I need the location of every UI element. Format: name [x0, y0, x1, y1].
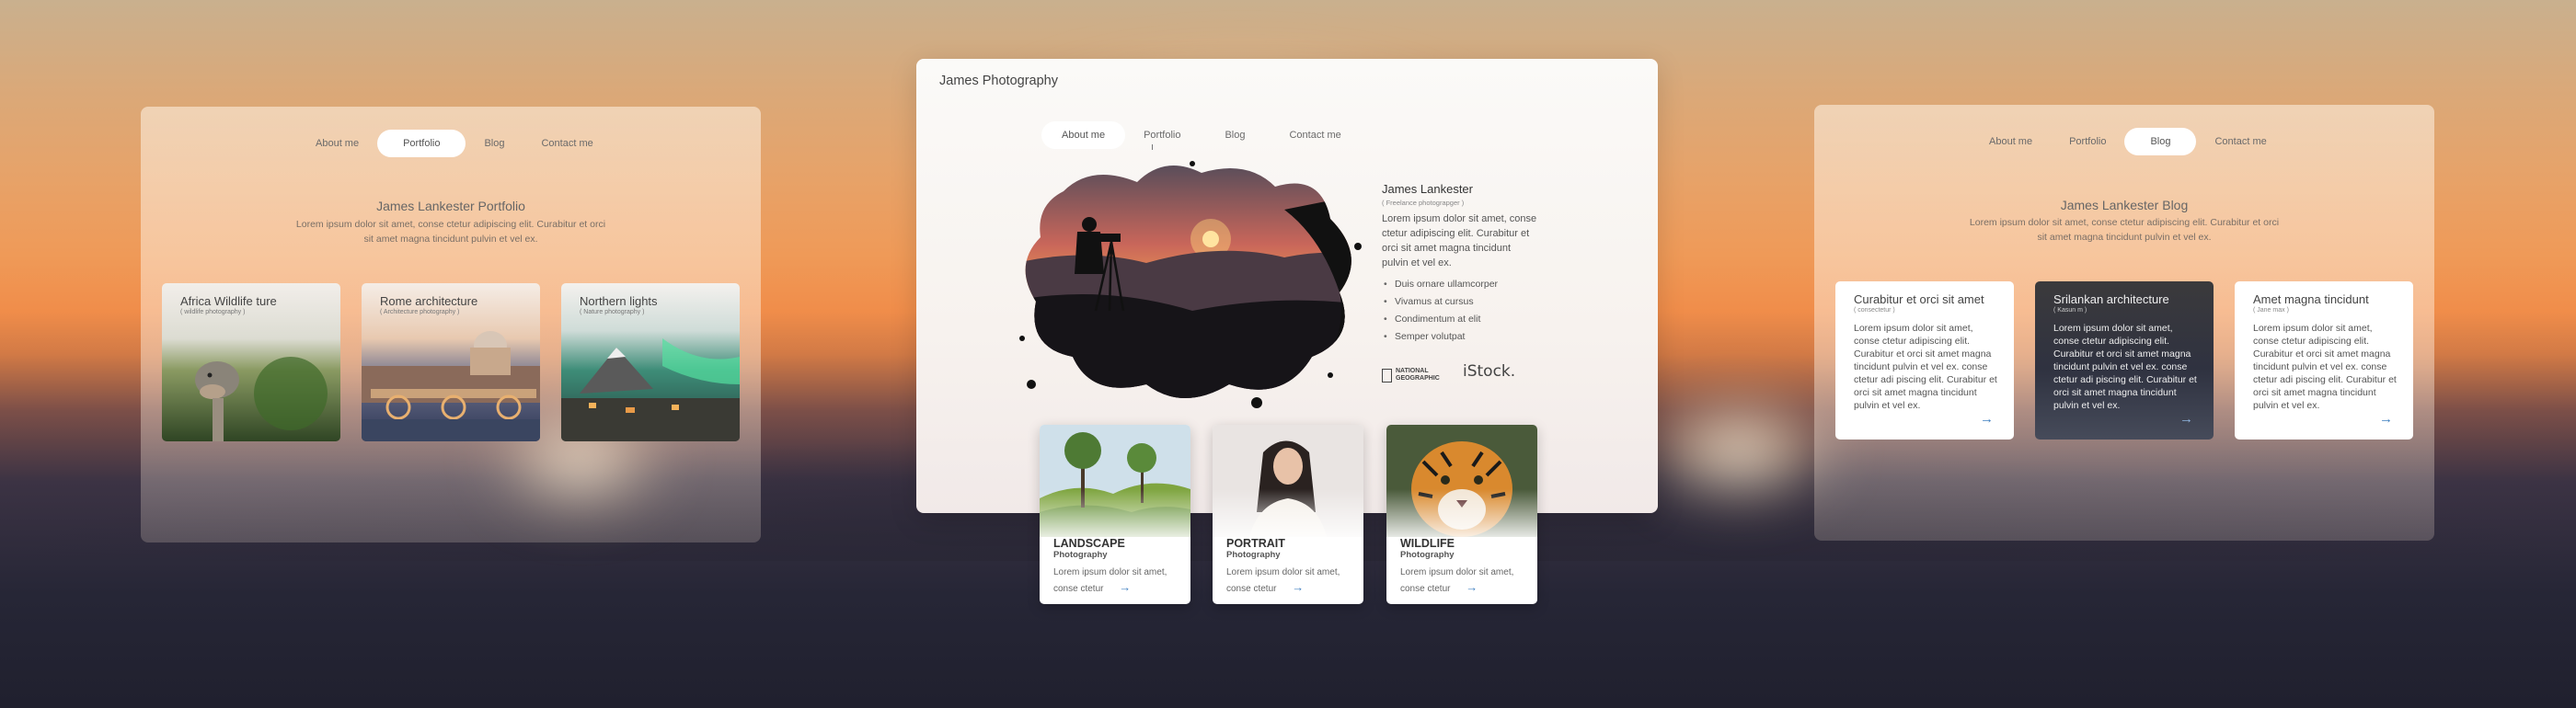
portfolio-card-northern-lights[interactable]: Northern lights ( Nature photography ): [561, 283, 740, 441]
image-fade: [1386, 489, 1537, 544]
natgeo-frame-icon: [1382, 368, 1392, 383]
portfolio-nav: About me Portfolio Blog Contact me: [297, 130, 612, 157]
image-fade: [1213, 489, 1363, 544]
card-text: Lorem ipsum dolor sit amet, conse ctetur…: [1053, 565, 1182, 597]
card-wildlife[interactable]: WILDLIFE Photography Lorem ipsum dolor s…: [1386, 425, 1537, 604]
post-author: ( Kasun m ): [2053, 307, 2087, 314]
page-description: Lorem ipsum dolor sit amet, conse ctetur…: [1940, 215, 2308, 245]
arrow-right-icon[interactable]: →: [2179, 411, 2193, 427]
nav-blog[interactable]: Blog: [466, 130, 523, 157]
blog-nav: About me Portfolio Blog Contact me: [1971, 128, 2285, 155]
nav-cursor-mark: [1152, 144, 1153, 150]
card-subtitle: Photography: [1226, 550, 1281, 560]
card-subtitle: ( Architecture photography ): [380, 309, 460, 315]
blog-post-card[interactable]: Curabitur et orci sit amet ( consectetur…: [1835, 281, 2014, 440]
post-title: Amet magna tincidunt: [2253, 292, 2369, 306]
nav-contact-me[interactable]: Contact me: [523, 130, 611, 157]
card-text: Lorem ipsum dolor sit amet, conse ctetur…: [1226, 565, 1355, 597]
image-fade: [1040, 489, 1190, 544]
page-title: James Lankester Portfolio: [376, 199, 525, 213]
natgeo-line: GEOGRAPHIC: [1396, 375, 1440, 382]
card-title: Northern lights: [580, 294, 658, 308]
istock-logo: iStock.: [1463, 362, 1516, 381]
post-excerpt: Lorem ipsum dolor sit amet, conse ctetur…: [1854, 323, 1997, 411]
hero-photo-splash: [1019, 161, 1362, 408]
bio-list: Duis ornare ullamcorper Vivamus at cursu…: [1382, 276, 1498, 346]
post-excerpt: Lorem ipsum dolor sit amet, conse ctetur…: [2053, 323, 2197, 411]
nav-portfolio[interactable]: Portfolio: [2051, 128, 2124, 155]
post-excerpt: Lorem ipsum dolor sit amet, conse ctetur…: [2253, 323, 2397, 411]
natgeo-line: NATIONAL: [1396, 368, 1429, 374]
nav-blog[interactable]: Blog: [1199, 121, 1271, 149]
card-text-line: Lorem ipsum dolor sit amet,: [1400, 567, 1514, 577]
arrow-right-icon[interactable]: →: [1119, 580, 1131, 594]
portfolio-panel: About me Portfolio Blog Contact me James…: [141, 107, 761, 542]
nav-contact-me[interactable]: Contact me: [1271, 121, 1359, 149]
page-title: James Lankester Blog: [2060, 198, 2189, 212]
card-landscape[interactable]: LANDSCAPE Photography Lorem ipsum dolor …: [1040, 425, 1190, 604]
nav-about-me[interactable]: About me: [1041, 121, 1126, 149]
bio-name: James Lankester: [1382, 182, 1473, 196]
card-text-line: conse ctetur: [1400, 584, 1451, 594]
description-line: Lorem ipsum dolor sit amet, conse ctetur…: [1969, 217, 2280, 228]
card-title: Africa Wildlife ture: [180, 294, 277, 308]
card-subtitle: ( Nature photography ): [580, 309, 645, 315]
card-portrait[interactable]: PORTRAIT Photography Lorem ipsum dolor s…: [1213, 425, 1363, 604]
nav-portfolio[interactable]: Portfolio: [377, 130, 466, 157]
card-text: Lorem ipsum dolor sit amet, conse ctetur…: [1400, 565, 1529, 597]
list-item: Vivamus at cursus: [1382, 293, 1498, 311]
portfolio-card-wildlife[interactable]: Africa Wildlife ture ( wildlife photogra…: [162, 283, 340, 441]
arrow-right-icon[interactable]: →: [1466, 580, 1478, 594]
card-subtitle: Photography: [1400, 550, 1455, 560]
page-description: Lorem ipsum dolor sit amet, conse ctetur…: [267, 217, 635, 246]
card-text-line: Lorem ipsum dolor sit amet,: [1226, 567, 1340, 577]
card-subtitle: Photography: [1053, 550, 1108, 560]
nav-contact-me[interactable]: Contact me: [2196, 128, 2284, 155]
post-author: ( consectetur ): [1854, 307, 1895, 314]
national-geographic-logo: NATIONAL GEOGRAPHIC: [1382, 368, 1440, 383]
list-item: Duis ornare ullamcorper: [1382, 276, 1498, 293]
bio-role: ( Freelance photograpger ): [1382, 199, 1465, 207]
description-line: sit amet magna tincidunt pulvin et vel e…: [2037, 232, 2212, 243]
card-text-line: conse ctetur: [1226, 584, 1277, 594]
bio-text: Lorem ipsum dolor sit amet, conse ctetur…: [1382, 213, 1537, 268]
list-item: Semper volutpat: [1382, 328, 1498, 346]
blog-post-card[interactable]: Amet magna tincidunt ( Jane max ) Lorem …: [2235, 281, 2413, 440]
post-author: ( Jane max ): [2253, 307, 2289, 314]
description-line: Lorem ipsum dolor sit amet, conse ctetur…: [295, 219, 606, 230]
nav-about-me[interactable]: About me: [1971, 128, 2051, 155]
arrow-right-icon[interactable]: →: [1980, 411, 1994, 427]
blog-panel: About me Portfolio Blog Contact me James…: [1814, 105, 2434, 541]
nav-about-me[interactable]: About me: [297, 130, 377, 157]
nav-blog[interactable]: Blog: [2124, 128, 2197, 155]
card-title: WILDLIFE: [1400, 537, 1455, 550]
blog-post-card-featured[interactable]: Srilankan architecture ( Kasun m ) Lorem…: [2035, 281, 2214, 440]
nav-portfolio[interactable]: Portfolio: [1125, 121, 1199, 149]
card-title: Rome architecture: [380, 294, 478, 308]
brand-title[interactable]: James Photography: [939, 74, 1058, 88]
about-nav: About me Portfolio Blog Contact me: [1041, 121, 1360, 149]
card-title: LANDSCAPE: [1053, 537, 1125, 550]
card-text-line: Lorem ipsum dolor sit amet,: [1053, 567, 1167, 577]
card-title: PORTRAIT: [1226, 537, 1285, 550]
card-subtitle: ( wildlife photography ): [180, 309, 246, 315]
description-line: sit amet magna tincidunt pulvin et vel e…: [363, 234, 538, 245]
arrow-right-icon[interactable]: →: [2379, 411, 2393, 427]
portfolio-card-rome[interactable]: Rome architecture ( Architecture photogr…: [362, 283, 540, 441]
post-title: Srilankan architecture: [2053, 292, 2169, 306]
arrow-right-icon[interactable]: →: [1292, 580, 1304, 594]
post-title: Curabitur et orci sit amet: [1854, 292, 1984, 306]
list-item: Condimentum at elit: [1382, 311, 1498, 328]
card-text-line: conse ctetur: [1053, 584, 1104, 594]
